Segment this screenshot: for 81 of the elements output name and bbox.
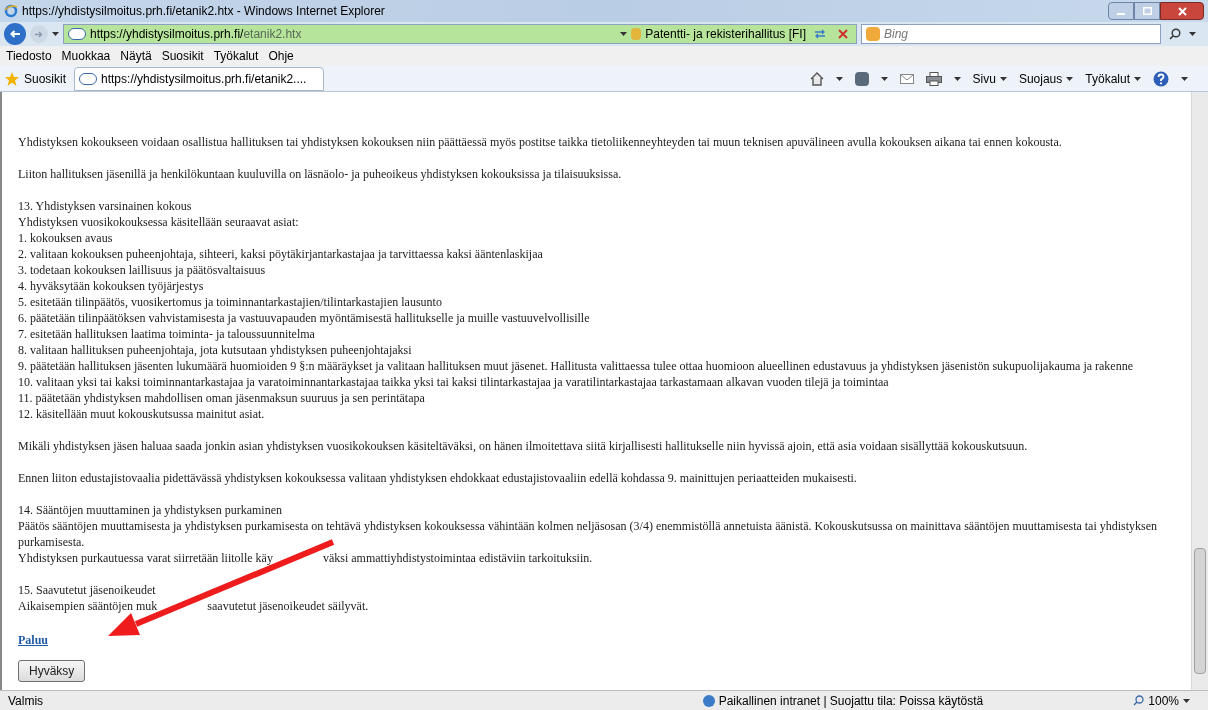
menu-item[interactable]: Muokkaa xyxy=(61,47,111,65)
content-text: väksi ammattiyhdistystoimintaa edistäviin tarkoituksiin. xyxy=(322,550,593,566)
minimize-icon xyxy=(1117,13,1125,15)
content-text: Yhdistyksen kokoukseen voidaan osallistua hallituksen tai yhdistyksen kokouksen niin päättäessä myös postitse taikka tietoliikenneyhteyden tai muun teknisen apuvälineen avulla kokouksen aikana tai ennen kokousta. xyxy=(18,134,1062,150)
caret-icon xyxy=(999,76,1007,81)
content-text: 5. esitetään tilinpäätös, vuosikertomus ja toiminnantarkastajien/tilintarkastajien lausunto xyxy=(18,294,442,310)
accept-button[interactable]: Hyväksy xyxy=(18,660,86,682)
home-icon[interactable] xyxy=(809,71,824,86)
search-provider-icon xyxy=(866,27,880,41)
search-input[interactable]: Bing xyxy=(884,25,1156,43)
zoom-icon xyxy=(1133,695,1145,706)
zoom-level[interactable]: 100% xyxy=(1148,691,1179,710)
content-text: Aikaisempien sääntöjen muk xyxy=(18,598,158,614)
content-text: 6. päätetään tilinpäätöksen vahvistamisesta ja vastuuvapauden myöntämisestä hallitukselle ja muille vastuuvelvollisille xyxy=(18,310,590,326)
content-text: Liiton hallituksen jäsenillä ja henkilökuntaan kuuluvilla on läsnäolo- ja puheoikeus yhdistyksen kokouksissa ja tilaisuuksissa. xyxy=(18,166,622,182)
menu-item[interactable]: Ohje xyxy=(268,47,294,65)
minimize-button[interactable] xyxy=(1108,2,1134,20)
maximize-icon xyxy=(1142,7,1152,15)
mail-icon[interactable] xyxy=(899,73,914,84)
browser-logo-icon xyxy=(4,4,18,18)
content-text: Yhdistyksen vuosikokouksessa käsitellään seuraavat asiat: xyxy=(18,214,299,230)
close-icon xyxy=(1177,6,1187,16)
close-icon xyxy=(838,29,848,39)
content-text: 10. valitaan yksi tai kaksi toiminnantarkastajaa ja varatoiminnantarkastajaa taikka yksi tai kaksi tilintarkastajaa ja varatilintarkastajaa tarkastamaan alkavan vuoden tilejä ja toimintaa xyxy=(18,374,889,390)
menu-item[interactable]: Tiedosto xyxy=(6,47,52,65)
caret-icon xyxy=(52,32,59,36)
content-text: 1. kokouksen avaus xyxy=(18,230,113,246)
content-text: Mikäli yhdistyksen jäsen haluaa saada jonkin asian yhdistyksen vuosikokouksen käsiteltäväksi, on hänen ilmoitettava siitä kirjallisesti hallitukselle niin hyvissä ajoin, että asia voidaan sisällyttää kokouskutsuun. xyxy=(18,438,1028,454)
content-text: Yhdistyksen purkautuessa varat siirretään liitolle käy xyxy=(18,550,273,566)
help-icon[interactable] xyxy=(1153,70,1169,87)
content-text: 11. päätetään yhdistyksen mahdollisen oman jäsenmaksun suuruus ja sen perintätapa xyxy=(18,390,425,406)
command-button[interactable]: Työkalut xyxy=(1085,69,1141,88)
scrollbar-thumb[interactable] xyxy=(1194,548,1206,674)
search-field[interactable]: Bing xyxy=(861,24,1161,44)
content-text: 13. Yhdistyksen varsinainen kokous xyxy=(18,198,192,214)
browser-tab[interactable]: https://yhdistysilmoitus.prh.fi/etanik2.... xyxy=(74,66,325,91)
content-text: 14. Sääntöjen muuttaminen ja yhdistyksen purkaminen xyxy=(18,502,282,518)
command-button[interactable]: Suojaus xyxy=(1018,69,1074,88)
menu-item[interactable]: Suosikit xyxy=(161,47,204,65)
caret-icon xyxy=(1181,76,1188,81)
caret-icon xyxy=(1066,76,1074,81)
caret-icon xyxy=(835,76,843,81)
content-text: saavutetut jäsenoikeudet säilyvät. xyxy=(207,598,369,614)
caret-icon xyxy=(1189,32,1196,36)
content-text: 7. esitetään hallituksen laatima toiminta- ja taloussuunnitelma xyxy=(18,326,315,342)
search-icon xyxy=(1169,28,1181,40)
caret-icon xyxy=(1183,698,1190,703)
address-field[interactable]: https://yhdistysilmoitus.prh.fi/etanik2.htx Patentti- ja rekisterihallitus [FI] xyxy=(63,24,857,44)
left-arrow-icon xyxy=(10,30,20,38)
content-text: 9. päätetään hallituksen jäsenten lukumäärä huomioiden 9 §:n määräykset ja valitaan hallituksen muut jäsenet. Hallitusta valittaessa tulee ottaa huomioon alueellinen edustavuus ja yhdistyksen jäsenistön sukupuolijakauma ja rakenne xyxy=(18,358,1134,374)
zone-icon xyxy=(702,694,715,707)
content-text: 8. valitaan hallituksen puheenjohtaja, jota kutsutaan yhdistyksen puheenjohtajaksi xyxy=(18,342,412,358)
page-icon xyxy=(68,28,86,40)
back-link[interactable]: Paluu xyxy=(18,633,48,647)
content-text: 3. todetaan kokouksen laillisuus ja päätösvaltaisuus xyxy=(18,262,266,278)
zone-text: Paikallinen intranet | Suojattu tila: Poissa käytöstä xyxy=(718,692,984,710)
content-text: 15. Saavutetut jäsenoikeudet xyxy=(18,582,156,598)
command-button[interactable]: Sivu xyxy=(972,69,1007,88)
caret-icon xyxy=(880,76,888,81)
maximize-button[interactable] xyxy=(1134,2,1160,20)
close-button[interactable] xyxy=(1160,2,1204,20)
content-text: 2. valitaan kokouksen puheenjohtaja, sihteeri, kaksi pöytäkirjantarkastajaa ja tarvittaessa kaksi ääntenlaskijaa xyxy=(18,246,543,262)
content-text: Ennen liiton edustajistovaalia pidettävässä yhdistyksen kokouksessa valitaan yhdistyksen ehdokkaat edustajistovaaliin edellä kohdassa 9. mainittujen periaatteiden mukaisesti. xyxy=(18,470,857,486)
refresh-icon xyxy=(814,29,826,39)
content-text: 4. hyväksytään kokouksen työjärjestys xyxy=(18,278,204,294)
content-text: Päätös sääntöjen muuttamisesta ja yhdistyksen purkamisesta on tehtävä yhdistyksen kokouksessa vähintään kolmen neljäsosan (3/4) enemmistöllä annetuista äänistä. Kokouskutsussa on mainittava sääntöjen muuttamisesta tai yhdistyksen purkamisesta. xyxy=(18,518,1159,550)
right-arrow-icon xyxy=(35,30,43,38)
content-text: 12. käsitellään muut kokouskutsussa mainitut asiat. xyxy=(18,406,265,422)
back-button[interactable] xyxy=(4,23,26,45)
caret-icon xyxy=(620,32,628,36)
star-icon xyxy=(4,70,20,87)
favorites-button[interactable]: Suosikit xyxy=(4,69,67,88)
caret-icon xyxy=(953,76,961,81)
url-text: https://yhdistysilmoitus.prh.fi/etanik2.htx xyxy=(90,26,302,43)
security-label: Patentti- ja rekisterihallitus [FI] xyxy=(645,26,806,43)
status-text: Valmis xyxy=(8,692,44,710)
caret-icon xyxy=(1134,76,1141,81)
printer-icon[interactable] xyxy=(925,71,942,86)
menu-item[interactable]: Näytä xyxy=(120,47,152,65)
window-title: https://yhdistysilmoitus.prh.fi/etanik2.htx - Windows Internet Explorer xyxy=(22,3,385,20)
menu-item[interactable]: Työkalut xyxy=(213,47,259,65)
